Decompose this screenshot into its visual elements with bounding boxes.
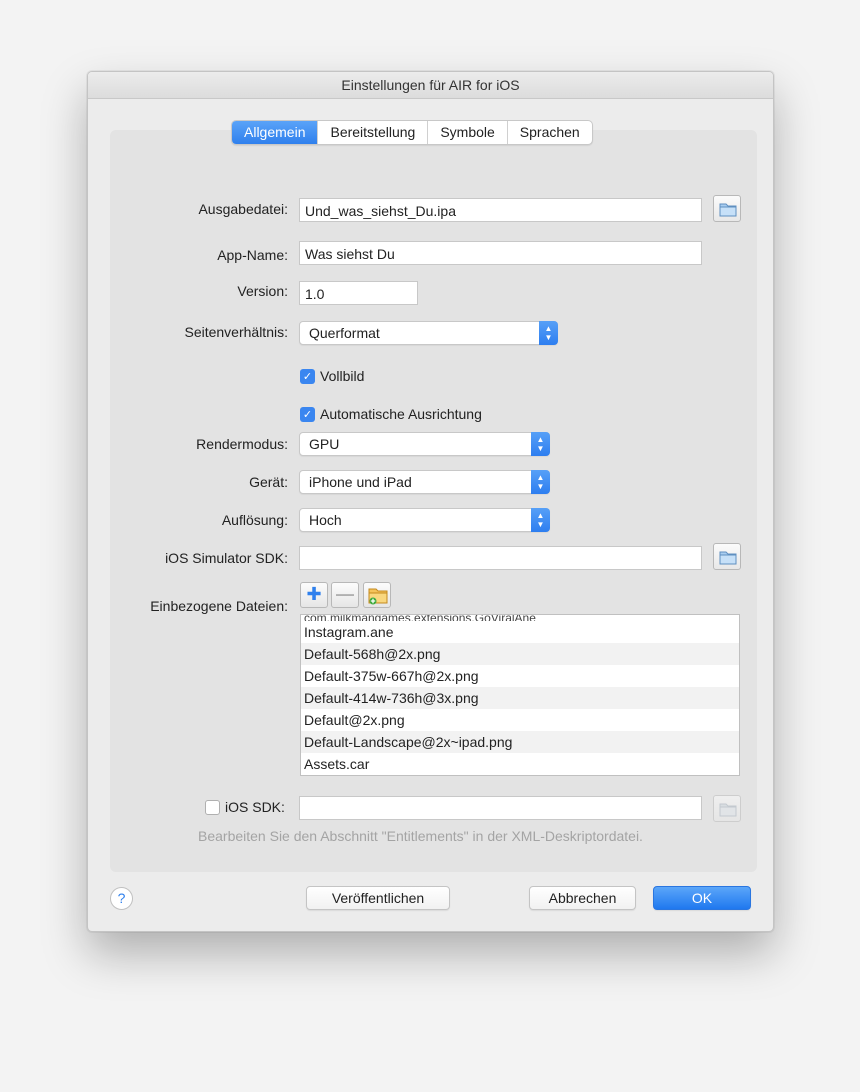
checkmark-icon: ✓ <box>300 368 315 384</box>
ausgabedatei-field[interactable]: Und_was_siehst_Du.ipa <box>299 198 702 222</box>
auto-ausrichtung-label: Automatische Ausrichtung <box>320 406 482 422</box>
help-button[interactable]: ? <box>110 887 133 910</box>
cancel-button[interactable]: Abbrechen <box>529 886 636 910</box>
geraet-value: iPhone und iPad <box>309 474 412 490</box>
rendermodus-value: GPU <box>309 436 340 452</box>
seitenverhaeltnis-label: Seitenverhältnis: <box>184 324 288 340</box>
checkbox-icon <box>205 799 220 815</box>
ios-simulator-sdk-field[interactable] <box>299 546 702 570</box>
stepper-arrows-icon: ▲ ▼ <box>531 508 550 532</box>
file-list[interactable]: com.milkmangames.extensions.GoViralAne I… <box>300 614 740 776</box>
stepper-arrows-icon: ▲ ▼ <box>531 470 550 494</box>
ios-simulator-sdk-label: iOS Simulator SDK: <box>165 550 288 566</box>
geraet-label: Gerät: <box>249 474 288 490</box>
list-item[interactable]: Default-Landscape@2x~ipad.png <box>301 731 739 753</box>
help-icon: ? <box>117 890 126 906</box>
list-item[interactable]: Default-568h@2x.png <box>301 643 739 665</box>
vollbild-label: Vollbild <box>320 368 365 384</box>
aufloesung-select[interactable]: Hoch ▲ ▼ <box>299 508 550 532</box>
aufloesung-label: Auflösung: <box>221 512 288 528</box>
seitenverhaeltnis-value: Querformat <box>309 325 380 341</box>
version-label: Version: <box>237 283 288 299</box>
ausgabedatei-browse-button[interactable] <box>713 195 741 222</box>
tab-bar: Allgemein Bereitstellung Symbole Sprache… <box>231 120 593 145</box>
ios-sdk-checkbox[interactable]: iOS SDK: <box>205 799 285 815</box>
add-folder-icon <box>368 588 388 605</box>
geraet-select[interactable]: iPhone und iPad ▲ ▼ <box>299 470 550 494</box>
remove-icon: — <box>336 584 354 604</box>
folder-icon <box>719 203 737 217</box>
add-icon: ✚ <box>306 584 322 604</box>
list-item[interactable]: Default-414w-736h@3x.png <box>301 687 739 709</box>
ok-button[interactable]: OK <box>653 886 751 910</box>
remove-file-button[interactable]: — <box>331 582 359 608</box>
settings-dialog: Einstellungen für AIR for iOS Allgemein … <box>87 71 774 932</box>
seitenverhaeltnis-select[interactable]: Querformat ▲ ▼ <box>299 321 558 345</box>
list-item[interactable]: Instagram.ane <box>301 621 739 643</box>
app-name-field[interactable]: Was siehst Du <box>299 241 702 265</box>
checkmark-icon: ✓ <box>300 406 315 422</box>
add-folder-button[interactable] <box>363 582 391 608</box>
ios-simulator-sdk-browse-button[interactable] <box>713 543 741 570</box>
rendermodus-label: Rendermodus: <box>196 436 288 452</box>
ios-sdk-label: iOS SDK: <box>225 799 285 815</box>
tab-allgemein[interactable]: Allgemein <box>232 121 319 144</box>
window-title: Einstellungen für AIR for iOS <box>88 72 773 99</box>
stepper-arrows-icon: ▲ ▼ <box>539 321 558 345</box>
tab-bereitstellung[interactable]: Bereitstellung <box>318 121 429 144</box>
ios-sdk-field[interactable] <box>299 796 702 820</box>
entitlements-hint: Bearbeiten Sie den Abschnitt "Entitlemen… <box>198 828 643 844</box>
ausgabedatei-label: Ausgabedatei: <box>198 201 288 217</box>
tab-symbole[interactable]: Symbole <box>428 121 508 144</box>
version-field[interactable]: 1.0 <box>299 281 418 305</box>
ios-sdk-browse-button[interactable] <box>713 795 741 822</box>
folder-icon <box>719 551 737 565</box>
publish-button[interactable]: Veröffentlichen <box>306 886 450 910</box>
rendermodus-select[interactable]: GPU ▲ ▼ <box>299 432 550 456</box>
aufloesung-value: Hoch <box>309 512 342 528</box>
add-file-button[interactable]: ✚ <box>300 582 328 608</box>
app-name-label: App-Name: <box>217 247 288 263</box>
stepper-arrows-icon: ▲ ▼ <box>531 432 550 456</box>
list-item[interactable]: Default-375w-667h@2x.png <box>301 665 739 687</box>
einbezogene-dateien-label: Einbezogene Dateien: <box>150 598 288 614</box>
list-item[interactable]: Assets.car <box>301 753 739 775</box>
vollbild-checkbox[interactable]: ✓ Vollbild <box>300 368 364 384</box>
list-item[interactable]: Default@2x.png <box>301 709 739 731</box>
tab-sprachen[interactable]: Sprachen <box>508 121 592 144</box>
folder-icon <box>719 803 737 817</box>
auto-ausrichtung-checkbox[interactable]: ✓ Automatische Ausrichtung <box>300 406 482 422</box>
